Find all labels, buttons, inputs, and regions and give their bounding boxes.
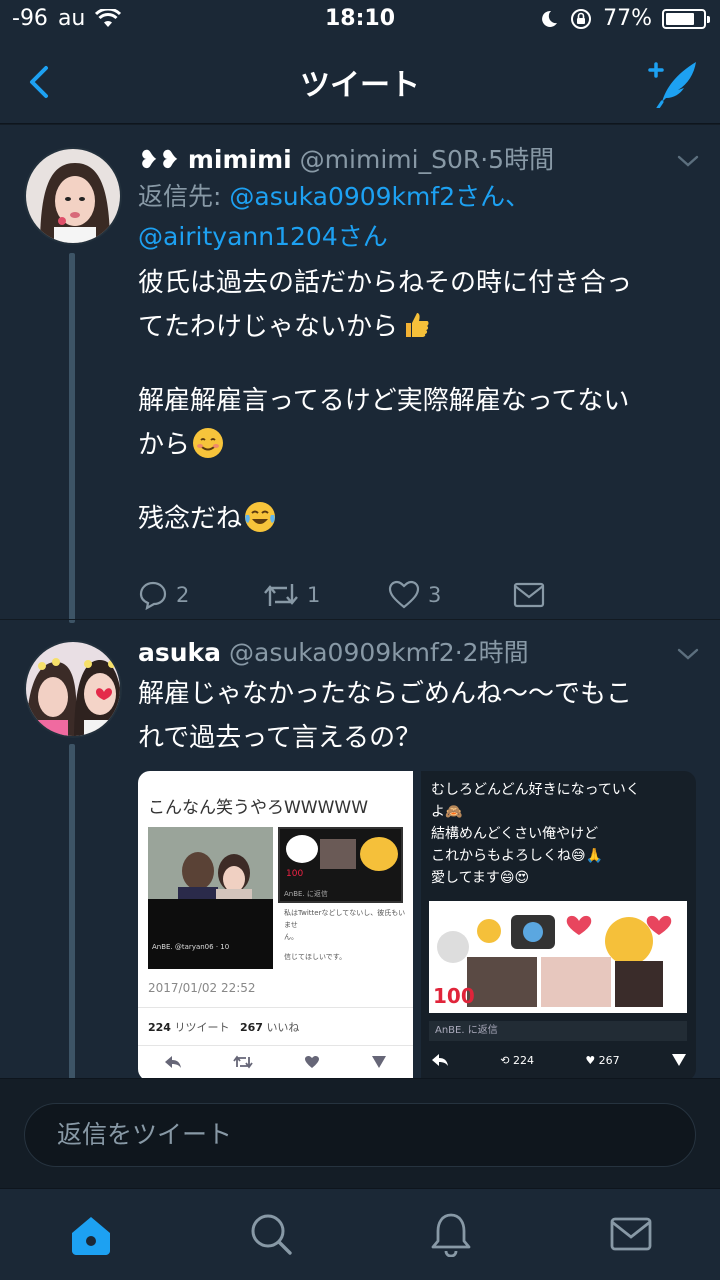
separator-dot: · — [454, 638, 463, 667]
envelope-icon — [513, 582, 545, 608]
tweet-text-line: てたわけじゃないから — [138, 305, 700, 349]
battery-icon — [662, 8, 710, 29]
author-name-prefix: ❥❥ — [138, 145, 180, 174]
author-name[interactable]: asuka — [138, 638, 221, 667]
thumbs-up-emoji-icon — [406, 313, 429, 337]
screenshot-quoted-note: 私はTwitterなどしてないし、彼氏もいませ ん。 信じてほしいです。 — [284, 909, 406, 961]
dm-icon — [671, 1054, 686, 1066]
reply-context: 返信先: @asuka0909kmf2さん、 @airityann1204さん — [138, 177, 700, 257]
media-image-left[interactable]: こんなん笑うやろWWWWW AnBE. @taryan06 · 10 100 A… — [138, 771, 413, 1078]
screenshot-message-text: むしろどんどん好きになっていく よ🙈 結構めんどくさい俺やけど これからもよろし… — [431, 782, 640, 886]
reply-icon — [139, 581, 167, 610]
tweet-text-line: れで過去って言えるの？ — [138, 723, 422, 753]
tweet-media[interactable]: こんなん笑うやろWWWWW AnBE. @taryan06 · 10 100 A… — [138, 771, 696, 1078]
retweet-button[interactable]: 1 — [263, 580, 388, 610]
compose-tweet-icon[interactable] — [644, 54, 702, 108]
heart-icon — [388, 580, 420, 609]
tweet-actions: 2 1 3 — [138, 577, 638, 613]
status-bar: -96 au 18:10 77% — [0, 0, 720, 40]
battery-level — [666, 12, 694, 25]
smiling-blush-emoji-icon — [193, 428, 224, 458]
media-image-right[interactable]: むしろどんどん好きになっていく よ🙈 結構めんどくさい俺やけど これからもよろし… — [421, 771, 696, 1078]
tears-of-joy-emoji-icon — [245, 502, 276, 532]
avatar-image — [26, 149, 120, 243]
screenshot-reply-box: AnBE. に返信 — [429, 1021, 687, 1041]
screenshot-actions: ⟲ 224 ♥ 267 — [431, 1053, 687, 1067]
page-title: ツイート — [300, 68, 420, 103]
retweet-stat: ⟲ 224 — [500, 1053, 535, 1067]
tweet-mimimi[interactable]: ❥❥ mimimi @mimimi_S0R·5時間 返信先: @asuka090… — [0, 125, 720, 625]
screenshot-actions — [138, 1055, 413, 1069]
screenshot-timestamp: 2017/01/02 22:52 — [148, 981, 256, 995]
reply-input[interactable]: 返信をツイート — [24, 1103, 696, 1167]
reply-arrow-icon — [164, 1056, 181, 1068]
tweet-text-line: 解雇じゃなかったならごめんね〜〜でもこ — [138, 679, 633, 709]
tweet-time: 5時間 — [488, 145, 555, 174]
screenshot-collage: 100 — [429, 901, 687, 1013]
messages-icon[interactable] — [608, 1211, 654, 1257]
home-icon[interactable] — [68, 1211, 114, 1257]
tweet-text-line: 彼氏は過去の話だからねその時に付き合っ — [138, 268, 633, 298]
retweet-count: 1 — [307, 583, 321, 607]
avatar-image — [26, 642, 120, 736]
reply-arrow-icon — [432, 1054, 448, 1066]
like-stat: ♥ 267 — [585, 1053, 620, 1067]
reply-prefix: 返信先: — [138, 182, 222, 211]
notifications-icon[interactable] — [428, 1211, 474, 1257]
svg-text:100: 100 — [433, 984, 475, 1008]
screenshot-quoted-author: AnBE. に返信 — [284, 890, 328, 898]
like-count: 3 — [428, 583, 442, 607]
tweet-text: 彼氏は過去の話だからねその時に付き合ってたわけじゃないから解雇解雇言ってるけど実… — [138, 261, 700, 541]
direct-message-button[interactable] — [513, 581, 638, 609]
chevron-down-icon[interactable] — [676, 642, 700, 666]
reply-mention-airityann[interactable]: @airityann1204さん — [138, 222, 388, 251]
thread-connector — [69, 253, 75, 623]
screenshot-profile-caption: AnBE. @taryan06 · 10 — [152, 943, 230, 951]
heart-icon — [305, 1056, 320, 1068]
tweet-text-line: から — [138, 423, 700, 467]
dm-icon — [372, 1056, 387, 1068]
status-right: 77% — [539, 6, 710, 31]
reply-bar: 返信をツイート — [0, 1078, 720, 1188]
tweet-text-line: 解雇解雇言ってるけど実際解雇なってない — [138, 386, 630, 416]
tweet-thread: ❥❥ mimimi @mimimi_S0R·5時間 返信先: @asuka090… — [0, 125, 720, 1078]
battery-percent: 77% — [603, 6, 652, 31]
retweet-icon — [233, 1055, 253, 1069]
author-handle[interactable]: @mimimi_S0R — [300, 145, 481, 174]
tweet-time: 2時間 — [462, 638, 529, 667]
like-button[interactable]: 3 — [388, 580, 513, 610]
tweet-text: 解雇じゃなかったならごめんね〜〜でもこ れで過去って言えるの？ — [138, 672, 700, 760]
thread-connector — [69, 744, 75, 1078]
navigation-bar: ツイート — [0, 40, 720, 124]
rotation-lock-icon — [571, 8, 592, 29]
moon-icon — [542, 10, 558, 27]
avatar[interactable] — [24, 147, 122, 245]
reply-button[interactable]: 2 — [138, 580, 263, 610]
tab-bar — [0, 1188, 720, 1280]
tweet-header: ❥❥ mimimi @mimimi_S0R·5時間 — [138, 143, 700, 177]
retweet-icon — [264, 584, 298, 606]
tweet-content: asuka @asuka0909kmf2·2時間 解雇じゃなかったならごめんね〜… — [138, 636, 700, 760]
tweet-header: asuka @asuka0909kmf2·2時間 — [138, 636, 700, 670]
reply-count: 2 — [176, 583, 190, 607]
tweet-content: ❥❥ mimimi @mimimi_S0R·5時間 返信先: @asuka090… — [138, 143, 700, 541]
author-name[interactable]: mimimi — [188, 145, 292, 174]
chevron-down-icon[interactable] — [676, 149, 700, 173]
screenshot-heading: こんなん笑うやろWWWWW — [148, 798, 369, 818]
reply-mention-asuka[interactable]: @asuka0909kmf2さん、 — [229, 182, 530, 211]
avatar[interactable] — [24, 640, 122, 738]
tweet-text-line: 残念だね — [138, 497, 700, 541]
search-icon[interactable] — [248, 1211, 294, 1257]
author-handle[interactable]: @asuka0909kmf2 — [229, 638, 455, 667]
screenshot-stats: 224 リツイート 267 いいね — [148, 1021, 300, 1034]
separator-dot: · — [480, 145, 489, 174]
